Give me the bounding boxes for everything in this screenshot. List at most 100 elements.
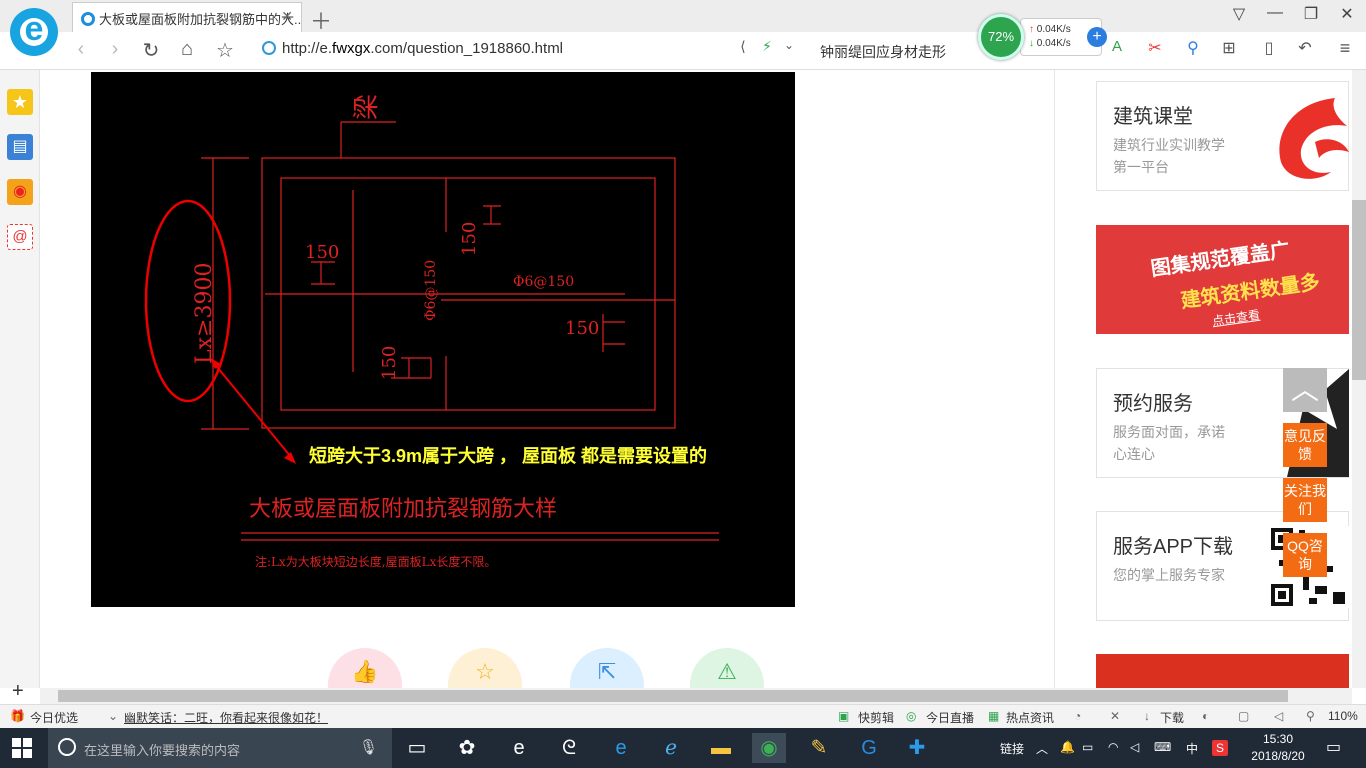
hot-search-link[interactable]: 钟丽缇回应身材走形 (820, 42, 946, 62)
skin-icon[interactable]: ▽ (1224, 4, 1254, 28)
pinwheel-app-icon[interactable]: ✿ (452, 733, 482, 763)
card-title: 服务APP下载 (1113, 536, 1234, 558)
phoenix-logo-icon (1279, 98, 1349, 179)
drawing-title: 大板或屋面板附加抗裂钢筋大样 (249, 497, 557, 522)
window-icon[interactable]: ▢ (1238, 709, 1249, 723)
undo-icon[interactable]: ↶ (1292, 38, 1318, 64)
zoom-level[interactable]: 110% (1328, 709, 1358, 723)
favorites-star-icon[interactable]: ★ (7, 89, 33, 115)
spiral-app-icon[interactable]: ᘓ (554, 733, 584, 763)
forward-icon[interactable]: › (102, 38, 128, 64)
banner-link[interactable]: 点击查看 (1211, 306, 1261, 330)
ie-mode-icon[interactable]: ◔ (1074, 709, 1081, 723)
edge-icon[interactable]: e (606, 733, 636, 763)
qq-consult-button[interactable]: QQ咨询 (1283, 533, 1327, 577)
email-icon[interactable]: @ (7, 224, 33, 250)
dim-150-bottom: 150 (379, 346, 400, 380)
red-ad-strip[interactable] (1096, 654, 1349, 688)
download-link[interactable]: 下载 (1160, 709, 1184, 726)
notes-app-icon[interactable]: ✎ (804, 733, 834, 763)
menu-icon[interactable]: ≡ (1332, 38, 1358, 64)
dim-150-top: 150 (459, 222, 480, 256)
news-link[interactable]: 热点资讯 (1006, 709, 1054, 726)
url-domain: fwxgx (332, 40, 371, 57)
back-icon[interactable]: ‹ (68, 38, 94, 64)
cortana-icon (58, 738, 76, 756)
back-to-top-button[interactable]: ︿ (1283, 368, 1327, 412)
card-jianzhu-ketang[interactable]: 建筑课堂 建筑行业实训教学第一平台 (1096, 81, 1349, 191)
close-window-button[interactable]: ✕ (1332, 4, 1362, 28)
reader-icon[interactable]: ▯ (1256, 38, 1282, 64)
card-subtitle: 建筑行业实训教学第一平台 (1113, 137, 1225, 175)
home-icon[interactable]: ⌂ (174, 38, 200, 64)
annotation-text: 短跨大于3.9m属于大跨 ， 屋面板 都是需要设置的 (309, 445, 707, 466)
battery-icon[interactable]: ▭ (1082, 740, 1093, 754)
task-view-icon[interactable]: ▭ (402, 733, 432, 763)
url-suffix: .com/question_1918860.html (370, 40, 564, 57)
sogou-ime-icon[interactable]: S (1212, 740, 1228, 756)
feedback-button[interactable]: 意见反馈 (1283, 423, 1327, 467)
url-field[interactable]: http://e.fwxgx.com/question_1918860.html (262, 40, 722, 62)
card-title: 预约服务 (1113, 393, 1193, 415)
rebar-vertical-label: Φ6@150 (423, 260, 439, 321)
pin-icon[interactable]: ✕ (1110, 709, 1120, 723)
rebar-horizontal-label: Φ6@150 (513, 274, 574, 290)
taskbar-search-box[interactable]: 在这里输入你要搜索的内容 🎙 (48, 728, 392, 768)
refresh-icon[interactable]: ↻ (138, 38, 164, 64)
live-link[interactable]: 今日直播 (926, 709, 974, 726)
chevron-down-icon[interactable]: ⌄ (108, 709, 118, 723)
ie-icon[interactable]: ℯ (656, 733, 686, 763)
windows-start-icon[interactable] (12, 738, 32, 758)
beam-label: 梁 (352, 94, 382, 120)
card-subtitle: 服务面对面，承诺心连心 (1113, 424, 1225, 462)
left-sidebar (0, 70, 40, 688)
horizontal-scroll-thumb[interactable] (58, 690, 1288, 702)
kuaijianji-link[interactable]: 快剪辑 (858, 709, 894, 726)
active-browser-icon[interactable]: ◉ (752, 733, 786, 763)
browser-tab[interactable]: 大板或屋面板附加抗裂钢筋中的大... ✕ (72, 2, 302, 32)
file-explorer-icon[interactable]: ▬ (706, 733, 736, 763)
cpu-meter[interactable]: 72% (978, 14, 1024, 60)
search-icon[interactable]: ⚲ (1180, 38, 1206, 64)
notification-bell-icon[interactable]: 🔔 (1060, 740, 1075, 754)
today-picks-link[interactable]: 今日优选 (30, 709, 78, 726)
browser-logo-icon[interactable]: e (10, 8, 58, 56)
speed-icon[interactable]: ◐ (1202, 709, 1209, 723)
wifi-icon[interactable]: ◠ (1108, 740, 1118, 754)
reading-list-icon[interactable]: ▤ (7, 134, 33, 160)
site-globe-icon (262, 41, 276, 55)
taskbar-clock[interactable]: 15:30 2018/8/20 (1246, 731, 1310, 765)
microphone-icon[interactable]: 🎙 (359, 738, 378, 756)
minimize-button[interactable]: — (1260, 4, 1290, 28)
share-icon[interactable]: ⟨ (730, 38, 756, 64)
bookmark-star-icon[interactable]: ☆ (212, 38, 238, 64)
ime-indicator[interactable]: 中 (1186, 740, 1198, 757)
browser-e-icon[interactable]: e (504, 733, 534, 763)
follow-us-button[interactable]: 关注我们 (1283, 478, 1327, 522)
address-dropdown-icon[interactable]: ⌄ (776, 38, 802, 64)
volume-icon[interactable]: ◁ (1130, 740, 1139, 754)
clock-time: 15:30 (1262, 732, 1294, 746)
weibo-icon[interactable]: ◉ (7, 179, 33, 205)
kuaijianji-icon: ▣ (838, 709, 850, 723)
tray-expand-icon[interactable]: ︿ (1036, 740, 1048, 757)
scissors-icon[interactable]: ✂ (1142, 38, 1168, 64)
promo-banner[interactable]: 图集规范覆盖广 建筑资料数量多 点击查看 (1096, 225, 1349, 334)
sidebar-add-icon[interactable]: + (12, 680, 24, 703)
joke-link[interactable]: 幽默笑话：二旺，你看起来很像如花！ (124, 709, 328, 726)
vertical-scroll-thumb[interactable] (1352, 200, 1366, 380)
link-label[interactable]: 链接 (1000, 740, 1024, 757)
search-placeholder: 在这里输入你要搜索的内容 (84, 743, 241, 758)
translate-icon[interactable]: A (1104, 38, 1130, 64)
g-app-icon[interactable]: G (854, 733, 884, 763)
maximize-button[interactable]: ❐ (1296, 4, 1326, 28)
keyboard-icon[interactable]: ⌨ (1154, 740, 1171, 754)
apps-grid-icon[interactable]: ⊞ (1216, 38, 1242, 64)
sound-icon[interactable]: ◁ (1274, 709, 1283, 723)
net-speed-widget[interactable]: ↑ 0.04K/s ↓ 0.04K/s + (1020, 18, 1107, 56)
plus-app-icon[interactable]: ✚ (902, 733, 932, 763)
accelerate-icon[interactable]: + (1087, 27, 1107, 47)
tab-close-icon[interactable]: ✕ (281, 8, 293, 25)
tab-title: 大板或屋面板附加抗裂钢筋中的大... (99, 12, 302, 27)
action-center-icon[interactable]: ▭ (1326, 737, 1341, 757)
